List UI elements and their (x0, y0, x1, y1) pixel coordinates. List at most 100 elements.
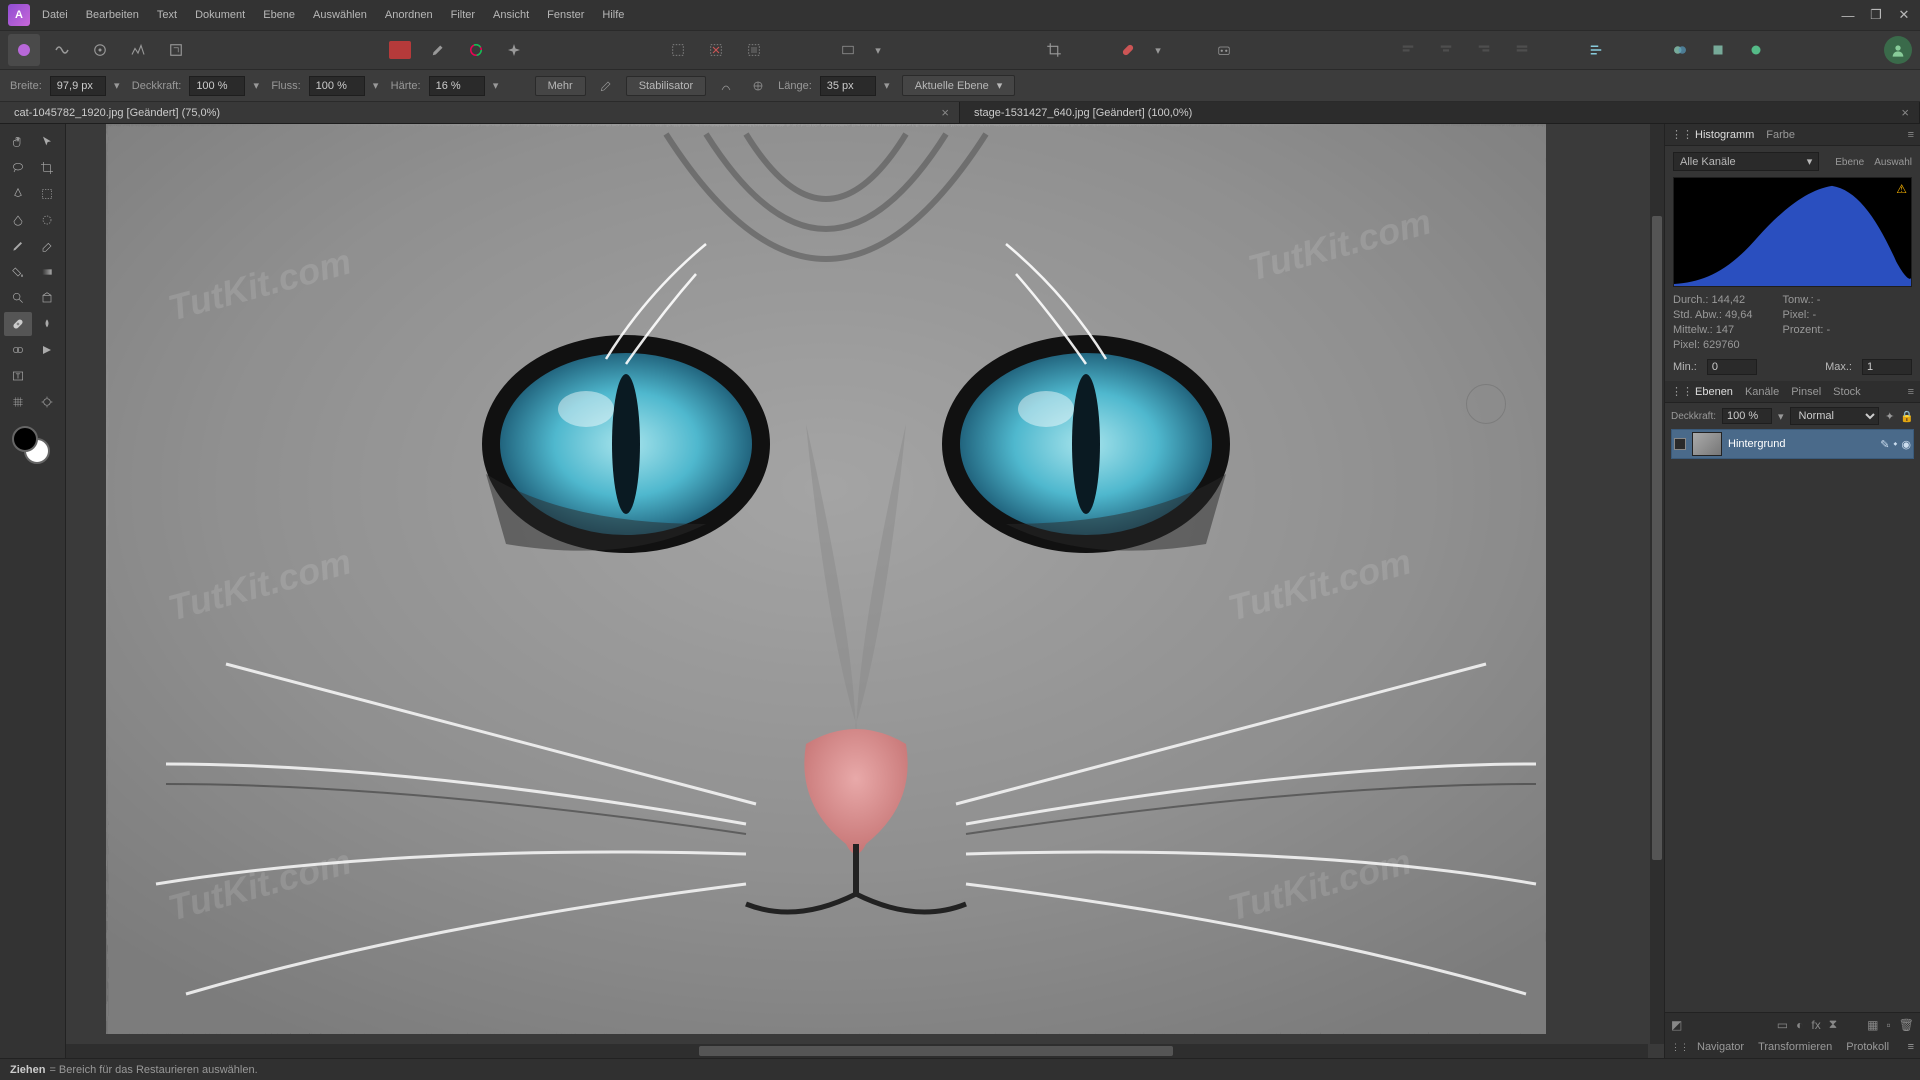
delete-layer-icon[interactable]: 🗑 (1899, 1018, 1914, 1032)
chevron-down-icon[interactable]: ▾ (870, 34, 886, 66)
layer-fx-icon[interactable]: ✦ (1885, 410, 1894, 423)
tab-color[interactable]: Farbe (1766, 129, 1795, 141)
chevron-down-icon[interactable]: ▾ (1778, 410, 1784, 423)
adjustment-icon[interactable]: ◐ (1796, 1018, 1803, 1032)
clone-tool-icon[interactable] (4, 338, 32, 362)
canvas-area[interactable]: TutKit.com TutKit.com TutKit.com TutKit.… (66, 124, 1664, 1058)
max-input[interactable] (1862, 359, 1912, 375)
color-swatch-red[interactable] (384, 34, 416, 66)
menu-ansicht[interactable]: Ansicht (493, 9, 529, 21)
horizontal-scrollbar[interactable] (66, 1044, 1648, 1058)
close-icon[interactable]: ✕ (1896, 7, 1912, 23)
layer-row[interactable]: Hintergrund ✎ ⬩ ◉ (1671, 429, 1914, 459)
group-layers-icon[interactable]: ▦ (1867, 1018, 1878, 1032)
move-tool-icon[interactable] (34, 130, 62, 154)
panel-menu-icon[interactable]: ≡ (1908, 129, 1914, 141)
menu-fenster[interactable]: Fenster (547, 9, 584, 21)
document-tab-1[interactable]: cat-1045782_1920.jpg [Geändert] (75,0%) … (0, 102, 960, 123)
panel-grip-icon[interactable]: ⋮⋮ (1671, 128, 1679, 141)
blend-mode-dropdown[interactable]: Normal (1790, 407, 1880, 425)
healing-brush-tool-icon[interactable] (4, 312, 32, 336)
user-avatar-icon[interactable] (1884, 36, 1912, 64)
stabilizer-mode2-icon[interactable] (746, 74, 770, 98)
crop-tool-icon[interactable] (1038, 34, 1070, 66)
menu-auswaehlen[interactable]: Auswählen (313, 9, 367, 21)
mesh-tool-icon[interactable] (4, 390, 32, 414)
quicklook-icon[interactable] (832, 34, 864, 66)
fx-icon[interactable]: fx (1811, 1018, 1820, 1032)
tab-transform[interactable]: Transformieren (1758, 1041, 1832, 1053)
opacity-dropdown-icon[interactable]: ▾ (249, 76, 263, 96)
develop-persona-icon[interactable] (84, 34, 116, 66)
arrange-icon[interactable] (1580, 34, 1612, 66)
brush-settings-icon[interactable] (594, 74, 618, 98)
layer-link-icon[interactable]: ⬩ (1893, 438, 1897, 451)
brush-tool-icon[interactable] (4, 234, 32, 258)
assistant-icon[interactable] (1208, 34, 1240, 66)
opacity-input[interactable] (189, 76, 245, 96)
smudge-tool-icon[interactable] (34, 312, 62, 336)
hardness-input[interactable] (429, 76, 485, 96)
menu-bearbeiten[interactable]: Bearbeiten (86, 9, 139, 21)
sponge-tool-icon[interactable] (34, 286, 62, 310)
shape-tool-icon[interactable] (34, 338, 62, 362)
more-button[interactable]: Mehr (535, 76, 586, 96)
panel-grip-icon[interactable]: ⋮⋮ (1671, 1042, 1679, 1053)
lasso-tool-icon[interactable] (4, 156, 32, 180)
text-tool-icon[interactable]: T (4, 364, 32, 388)
vertical-scrollbar[interactable] (1650, 124, 1664, 1044)
layer-lock-icon[interactable]: 🔒 (1900, 410, 1914, 423)
menu-text[interactable]: Text (157, 9, 177, 21)
menu-hilfe[interactable]: Hilfe (602, 9, 624, 21)
export-persona-icon[interactable] (160, 34, 192, 66)
marquee-tool-icon[interactable] (34, 182, 62, 206)
min-input[interactable] (1707, 359, 1757, 375)
selection-brush-icon[interactable] (34, 208, 62, 232)
flip-h-icon[interactable] (1664, 34, 1696, 66)
brush-edit-icon[interactable] (422, 34, 454, 66)
color-swatches[interactable] (12, 426, 52, 466)
stabilizer-button[interactable]: Stabilisator (626, 76, 706, 96)
maximize-icon[interactable]: ❐ (1868, 7, 1884, 23)
mask-icon[interactable]: ◩ (1671, 1018, 1682, 1032)
menu-dokument[interactable]: Dokument (195, 9, 245, 21)
hardness-dropdown-icon[interactable]: ▾ (489, 76, 503, 96)
tab-protocol[interactable]: Protokoll (1846, 1041, 1889, 1053)
liquify-persona-icon[interactable] (46, 34, 78, 66)
auto-tool-icon[interactable] (498, 34, 530, 66)
pen-tool-icon[interactable] (4, 182, 32, 206)
panel-menu-icon[interactable]: ≡ (1908, 386, 1914, 398)
add-mask-icon[interactable]: ▭ (1777, 1018, 1788, 1032)
minimize-icon[interactable]: — (1840, 7, 1856, 23)
tone-persona-icon[interactable] (122, 34, 154, 66)
hand-tool-icon[interactable] (4, 130, 32, 154)
chevron-down-icon[interactable]: ▾ (1150, 34, 1166, 66)
selection-dashed-icon[interactable] (662, 34, 694, 66)
selection-invert-icon[interactable] (738, 34, 770, 66)
layer-visibility-checkbox[interactable] (1674, 438, 1686, 450)
add-layer-icon[interactable]: ▫ (1887, 1018, 1891, 1032)
menu-datei[interactable]: Datei (42, 9, 68, 21)
tab-histogram[interactable]: Histogramm (1695, 129, 1754, 141)
document-canvas[interactable]: TutKit.com TutKit.com TutKit.com TutKit.… (106, 124, 1546, 1034)
layer-visible-icon[interactable]: ◉ (1901, 438, 1911, 451)
foreground-color[interactable] (12, 426, 38, 452)
healing-tool-icon[interactable] (1112, 34, 1144, 66)
tab-ebenen[interactable]: Ebenen (1695, 386, 1733, 398)
flow-input[interactable] (309, 76, 365, 96)
tab-navigator[interactable]: Navigator (1697, 1041, 1744, 1053)
layer-edit-icon[interactable]: ✎ (1880, 438, 1889, 451)
panel-grip-icon[interactable]: ⋮⋮ (1671, 385, 1679, 398)
photo-persona-icon[interactable] (8, 34, 40, 66)
layer-opacity-input[interactable] (1722, 408, 1772, 424)
flood-tool-icon[interactable] (4, 208, 32, 232)
tab-close-icon[interactable]: × (941, 105, 949, 120)
fill-tool-icon[interactable] (4, 260, 32, 284)
width-input[interactable] (50, 76, 106, 96)
histo-mode-selection[interactable]: Auswahl (1874, 157, 1912, 168)
tab-close-icon[interactable]: × (1901, 105, 1909, 120)
length-input[interactable] (820, 76, 876, 96)
selection-cancel-icon[interactable] (700, 34, 732, 66)
menu-anordnen[interactable]: Anordnen (385, 9, 433, 21)
dodge-tool-icon[interactable] (34, 390, 62, 414)
